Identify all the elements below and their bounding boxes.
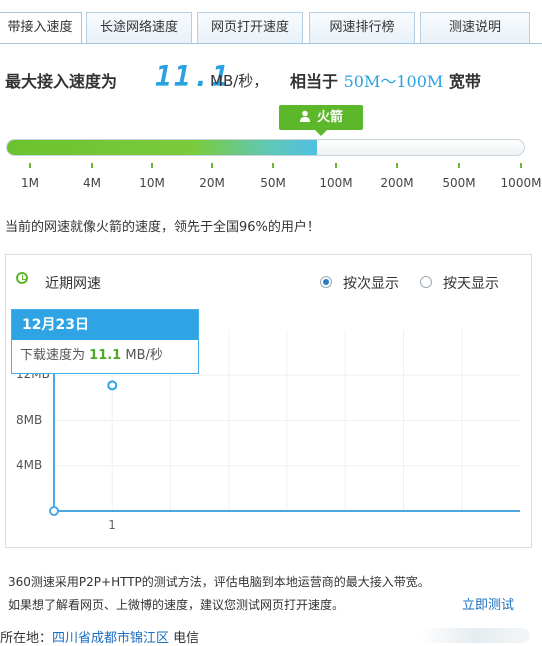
- tooltip-body: 下载速度为 11.1 MB/秒: [12, 340, 198, 372]
- tab-divider: [0, 43, 542, 44]
- tab-speed-ranking[interactable]: 网速排行榜: [309, 12, 415, 43]
- scale-tick: [91, 163, 93, 168]
- radio-by-count[interactable]: [320, 276, 332, 288]
- chart-tooltip: 12月23日 下载速度为 11.1 MB/秒: [11, 309, 199, 374]
- scale-tick: [151, 163, 153, 168]
- scale-tick: [211, 163, 213, 168]
- method-note: 360测速采用P2P+HTTP的测试方法，评估电脑到本地运营商的最大接入带宽。 …: [8, 571, 533, 617]
- scale-tick: [458, 163, 460, 168]
- rank-badge: 火箭: [279, 105, 363, 136]
- scale-label: 20M: [199, 176, 225, 190]
- note-line-2: 如果想了解看网页、上微博的速度，建议您测试网页打开速度。: [8, 598, 345, 612]
- tooltip-date: 12月23日: [12, 310, 198, 340]
- clock-icon: [16, 272, 28, 284]
- tooltip-prefix: 下载速度为: [20, 348, 86, 363]
- tab-access-speed[interactable]: 带接入速度: [0, 12, 82, 44]
- location-isp: 电信: [173, 631, 200, 646]
- y-tick-label: 4MB: [16, 457, 43, 472]
- tooltip-unit: MB/秒: [125, 348, 163, 363]
- location-city[interactable]: 四川省成都市锦江区: [52, 631, 169, 646]
- x-tick-label: 1: [108, 518, 116, 532]
- scale-label: 500M: [442, 176, 476, 190]
- location-label: 所在地：: [0, 631, 53, 646]
- note-line-1: 360测速采用P2P+HTTP的测试方法，评估电脑到本地运营商的最大接入带宽。: [8, 575, 430, 589]
- scale-label: 1000M: [500, 176, 542, 190]
- scale-label: 1M: [21, 176, 39, 190]
- y-tick-label: 8MB: [16, 412, 43, 427]
- scale-tick: [29, 163, 31, 168]
- comparison-text: 当前的网速就像火箭的速度，领先于全国96%的用户！: [5, 220, 320, 235]
- history-panel: [5, 254, 532, 548]
- bandwidth-range: 50M～100M: [343, 72, 444, 91]
- scale-tick: [396, 163, 398, 168]
- tab-speed-help[interactable]: 测速说明: [420, 12, 530, 43]
- result-equivalent: 相当于 50M～100M 宽带: [290, 68, 481, 92]
- equiv-prefix: 相当于: [290, 72, 339, 91]
- equiv-suffix: 宽带: [448, 72, 481, 91]
- scale-label: 200M: [380, 176, 414, 190]
- location-info: 所在地：四川省成都市锦江区 电信: [0, 627, 199, 646]
- radio-by-day-label[interactable]: 按天显示: [443, 273, 499, 293]
- history-title: 近期网速: [45, 276, 101, 292]
- test-now-link[interactable]: 立即测试: [462, 594, 514, 613]
- tab-bar: 带接入速度 长途网络速度 网页打开速度 网速排行榜 测速说明: [0, 0, 542, 44]
- footer-decoration: [420, 628, 530, 643]
- scale-tick: [520, 163, 522, 168]
- tooltip-value: 11.1: [89, 348, 122, 363]
- scale-label: 10M: [139, 176, 165, 190]
- tab-long-distance-speed[interactable]: 长途网络速度: [86, 12, 192, 43]
- rank-label: 火箭: [316, 110, 343, 125]
- speed-meter: [6, 139, 525, 156]
- tab-page-open-speed[interactable]: 网页打开速度: [197, 12, 303, 43]
- user-icon: [299, 110, 310, 122]
- speed-meter-fill: [7, 140, 318, 155]
- radio-by-count-label[interactable]: 按次显示: [343, 273, 399, 293]
- scale-tick: [335, 163, 337, 168]
- scale-label: 100M: [319, 176, 353, 190]
- result-prefix: 最大接入速度为: [5, 72, 118, 91]
- scale-label: 4M: [83, 176, 101, 190]
- scale-label: 50M: [260, 176, 286, 190]
- scale-tick: [272, 163, 274, 168]
- result-speed-unit: MB/秒，: [210, 72, 269, 90]
- radio-by-day[interactable]: [420, 276, 432, 288]
